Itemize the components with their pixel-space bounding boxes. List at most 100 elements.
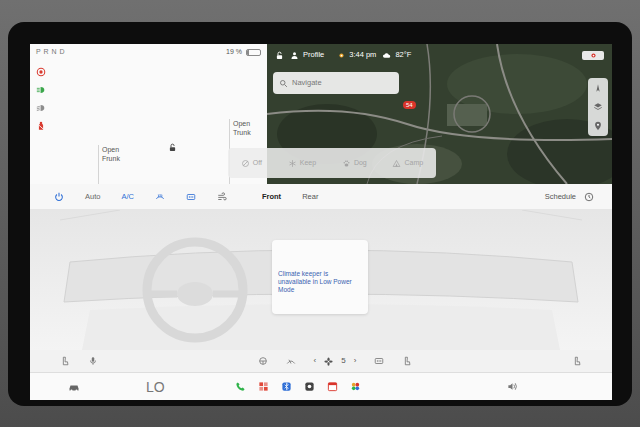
volume-icon[interactable] bbox=[507, 381, 518, 392]
climate-keeper-option[interactable]: Keep bbox=[288, 158, 316, 169]
fan-decrease-button[interactable]: ‹ bbox=[314, 355, 317, 367]
passenger-seat-heater-icon[interactable] bbox=[572, 356, 582, 366]
climate-text-button[interactable]: A/C bbox=[121, 191, 134, 202]
person-icon[interactable] bbox=[290, 51, 299, 60]
compass-icon[interactable] bbox=[593, 83, 603, 93]
cloud-icon bbox=[382, 51, 391, 60]
phone-icon[interactable] bbox=[235, 381, 246, 392]
car-button[interactable] bbox=[68, 381, 80, 393]
navigate-search[interactable] bbox=[273, 72, 399, 94]
climate-keeper-label[interactable]: Off bbox=[253, 158, 262, 169]
off-icon[interactable] bbox=[241, 159, 250, 168]
weather: 82°F bbox=[382, 49, 411, 60]
battery-icon bbox=[246, 49, 261, 56]
fan-speed: 5 bbox=[341, 355, 345, 367]
rear-seat-heater-icon[interactable] bbox=[402, 356, 412, 366]
logo-icon[interactable] bbox=[590, 52, 597, 59]
navigate-input[interactable] bbox=[292, 77, 393, 88]
cabin-temperature[interactable]: LO bbox=[146, 379, 165, 395]
climate-keeper-menu: Off Keep Dog Camp bbox=[228, 148, 436, 178]
right-controls bbox=[572, 356, 582, 366]
keep-icon[interactable] bbox=[288, 159, 297, 168]
battery: 19 % bbox=[226, 47, 261, 57]
climate-text-button[interactable]: Auto bbox=[85, 191, 100, 202]
calendar-icon[interactable] bbox=[327, 381, 338, 392]
location-icon[interactable] bbox=[593, 121, 603, 131]
app-logo[interactable] bbox=[582, 51, 604, 60]
power-icon[interactable] bbox=[54, 192, 64, 202]
dashboard bbox=[0, 406, 640, 427]
climate-airflow-button[interactable] bbox=[217, 192, 227, 202]
climate-keeper-option[interactable]: Off bbox=[241, 158, 262, 169]
app-button[interactable] bbox=[327, 381, 338, 392]
open-frunk-label[interactable]: Open Frunk bbox=[102, 146, 120, 162]
camera-icon[interactable] bbox=[304, 381, 315, 392]
volume-button[interactable] bbox=[507, 381, 518, 392]
defrost-front-icon[interactable] bbox=[155, 192, 165, 202]
climate-bar: Auto A/C Front Rear Schedule bbox=[30, 184, 612, 210]
battery-reading: 19 % bbox=[226, 47, 242, 57]
dog-icon[interactable] bbox=[342, 159, 351, 168]
defrost-rear-icon[interactable] bbox=[186, 192, 196, 202]
climate-keeper-label[interactable]: Keep bbox=[300, 158, 316, 169]
seat-heater-icon[interactable] bbox=[60, 356, 70, 366]
touchscreen: P R N D 19 % Open Frunk Open Trunk Profile 3… bbox=[30, 44, 612, 400]
app-button[interactable] bbox=[304, 381, 315, 392]
time: 3:44 pm bbox=[338, 49, 376, 60]
camp-icon[interactable] bbox=[392, 159, 401, 168]
wiper-icon[interactable] bbox=[286, 356, 296, 366]
app-button[interactable] bbox=[281, 381, 292, 392]
clock-icon[interactable] bbox=[584, 192, 594, 202]
layers-icon[interactable] bbox=[593, 102, 603, 112]
climate-keeper-label[interactable]: Camp bbox=[404, 158, 423, 169]
battery-fill bbox=[247, 50, 249, 55]
lock-icon[interactable] bbox=[275, 51, 284, 60]
climate-defrost-rear-button[interactable] bbox=[186, 192, 196, 202]
profile-label[interactable]: Profile bbox=[303, 49, 324, 60]
map-pin[interactable]: 54 bbox=[403, 101, 416, 109]
app-button[interactable] bbox=[235, 381, 246, 392]
cabin-view: Climate keeper is unavailable in Low Pow… bbox=[30, 210, 612, 350]
app-launcher bbox=[235, 381, 361, 392]
climate-keeper-option[interactable]: Camp bbox=[392, 158, 423, 169]
lock-icon[interactable] bbox=[168, 143, 177, 152]
steering-wheel-heater-icon[interactable] bbox=[258, 356, 268, 366]
schedule-label[interactable]: Schedule bbox=[545, 191, 576, 202]
microphone-icon[interactable] bbox=[88, 356, 98, 366]
bluetooth-icon[interactable] bbox=[281, 381, 292, 392]
profile-button[interactable]: Profile bbox=[290, 49, 324, 60]
grid-icon[interactable] bbox=[258, 381, 269, 392]
app-button[interactable] bbox=[258, 381, 269, 392]
lock-button[interactable] bbox=[168, 135, 177, 184]
climate-zone-tab[interactable]: Rear bbox=[302, 191, 318, 202]
open-frunk-button[interactable]: Open Frunk bbox=[98, 145, 128, 184]
climate-keeper-label[interactable]: Dog bbox=[354, 158, 367, 169]
airflow-icon[interactable] bbox=[217, 192, 227, 202]
climate-message: Climate keeper is unavailable in Low Pow… bbox=[278, 270, 362, 294]
climate-defrost-front-button[interactable] bbox=[155, 192, 165, 202]
beam-icon bbox=[36, 103, 46, 113]
gear-selector[interactable]: P R N D bbox=[36, 47, 65, 57]
rear-defrost-icon[interactable] bbox=[374, 356, 384, 366]
climate-zone-tab[interactable]: Front bbox=[262, 191, 281, 202]
climate-toggle-label[interactable]: A/C bbox=[121, 191, 134, 202]
fan-increase-button[interactable]: › bbox=[354, 355, 357, 367]
taskbar: LO bbox=[30, 372, 612, 400]
download-icon bbox=[338, 52, 345, 59]
climate-toggle-label[interactable]: Auto bbox=[85, 191, 100, 202]
car-icon[interactable] bbox=[68, 381, 80, 393]
app-button[interactable] bbox=[350, 381, 361, 392]
open-trunk-label[interactable]: Open Trunk bbox=[233, 120, 251, 136]
car-panel-header: P R N D 19 % bbox=[36, 47, 261, 57]
clock-time: 3:44 pm bbox=[349, 49, 376, 60]
seatbelt-icon bbox=[36, 121, 46, 131]
climate-message-card: Climate keeper is unavailable in Low Pow… bbox=[272, 240, 368, 314]
climate-power-button[interactable] bbox=[54, 192, 64, 202]
lights-icon bbox=[36, 85, 46, 95]
indicator bbox=[36, 67, 50, 77]
toybox-icon[interactable] bbox=[350, 381, 361, 392]
climate-keeper-option[interactable]: Dog bbox=[342, 158, 367, 169]
search-icon bbox=[279, 79, 288, 88]
screen-bezel: P R N D 19 % Open Frunk Open Trunk Profile 3… bbox=[8, 22, 632, 406]
schedule-button[interactable]: Schedule bbox=[545, 191, 594, 202]
